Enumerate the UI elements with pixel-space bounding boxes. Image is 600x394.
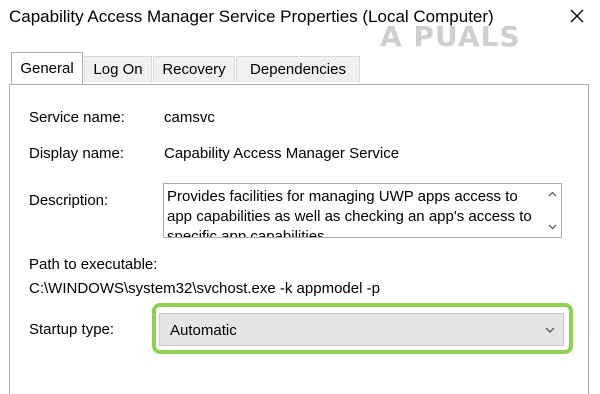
chevron-down-icon[interactable] (548, 222, 557, 231)
description-label: Description: (29, 192, 109, 209)
startup-type-dropdown[interactable]: Automatic (159, 313, 564, 346)
chevron-up-icon[interactable] (548, 190, 557, 199)
path-value: C:\WINDOWS\system32\svchost.exe -k appmo… (29, 280, 380, 297)
tab-general[interactable]: General (11, 52, 83, 84)
tab-strip: General Log On Recovery Dependencies (0, 52, 600, 84)
service-name-label: Service name: (29, 109, 125, 126)
tab-dependencies[interactable]: Dependencies (236, 56, 360, 82)
title-bar: Capability Access Manager Service Proper… (0, 0, 600, 53)
tab-log-on[interactable]: Log On (84, 56, 152, 82)
display-name-value: Capability Access Manager Service (164, 145, 400, 162)
close-button[interactable] (566, 5, 588, 27)
chevron-down-icon (545, 327, 555, 333)
description-box[interactable]: Provides facilities for managing UWP app… (163, 183, 562, 238)
tab-recovery[interactable]: Recovery (153, 56, 235, 82)
close-icon (570, 9, 584, 23)
startup-type-value: Automatic (170, 322, 237, 339)
service-name-value: camsvc (164, 109, 215, 126)
watermark-logo: A PUALS (380, 20, 521, 53)
description-scrollbar[interactable] (544, 184, 561, 237)
description-text: Provides facilities for managing UWP app… (167, 188, 532, 238)
path-label: Path to executable: (29, 256, 158, 273)
startup-type-label: Startup type: (29, 321, 115, 338)
display-name-label: Display name: (29, 145, 125, 162)
